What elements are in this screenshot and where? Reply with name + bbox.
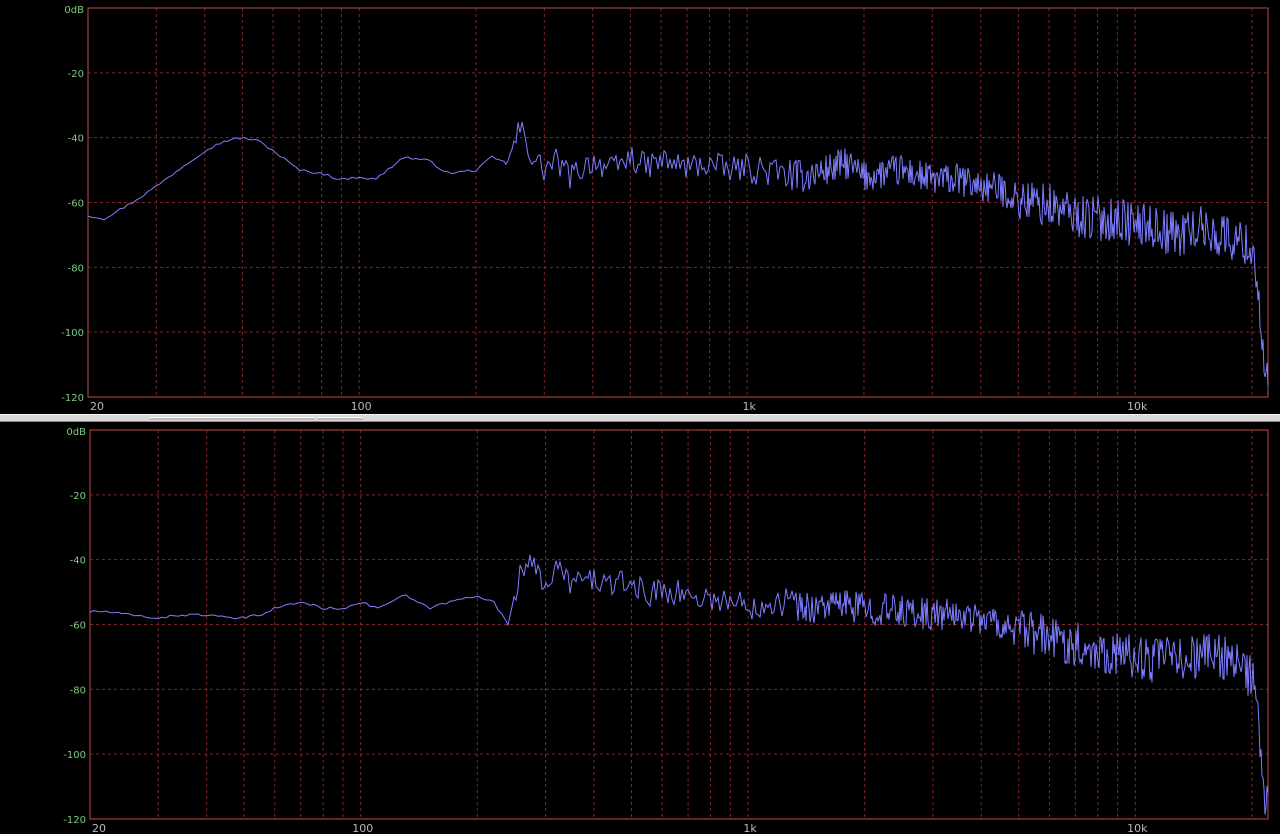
y-tick-label: -80: [68, 263, 84, 274]
x-tick-label: 20: [90, 400, 104, 413]
panel-splitter[interactable]: [0, 414, 1280, 422]
spectrum-trace: [89, 554, 1269, 815]
spectrum-trace: [87, 121, 1269, 387]
splitter-grip: [318, 417, 363, 420]
y-tick-label: -40: [70, 556, 86, 567]
y-tick-label: -20: [68, 69, 84, 80]
y-tick-label: -40: [68, 134, 84, 145]
y-tick-label: 0dB: [64, 5, 84, 16]
y-tick-label: 0dB: [66, 427, 86, 438]
y-tick-label: -100: [61, 328, 84, 339]
grid: [89, 429, 1268, 820]
splitter-grip: [150, 417, 315, 420]
x-tick-label: 10k: [1127, 400, 1148, 413]
x-tick-label: 1k: [743, 822, 757, 834]
y-tick-label: -60: [68, 199, 84, 210]
x-tick-label: 100: [351, 400, 372, 413]
spectrum-panel-bottom: 0dB -20 -40 -60 -80 -100 -120 20 100 1k 10k: [0, 422, 1280, 834]
y-tick-label: -120: [63, 815, 86, 826]
spectrum-panel-top: 0dB -20 -40 -60 -80 -100 -120 20 100 1k 10k: [0, 0, 1280, 414]
x-tick-label: 10k: [1127, 822, 1148, 834]
y-tick-label: -60: [70, 621, 86, 632]
y-tick-label: -20: [70, 491, 86, 502]
y-tick-label: -120: [61, 393, 84, 404]
grid: [87, 7, 1268, 398]
y-tick-label: -80: [70, 685, 86, 696]
spectrum-chart-top: 0dB -20 -40 -60 -80 -100 -120 20 100 1k 10k: [61, 5, 1269, 413]
spectrum-chart-bottom: 0dB -20 -40 -60 -80 -100 -120 20 100 1k 10k: [63, 427, 1269, 834]
x-tick-label: 20: [92, 822, 106, 834]
x-tick-label: 1k: [742, 400, 756, 413]
y-tick-label: -100: [63, 750, 86, 761]
x-tick-label: 100: [352, 822, 373, 834]
